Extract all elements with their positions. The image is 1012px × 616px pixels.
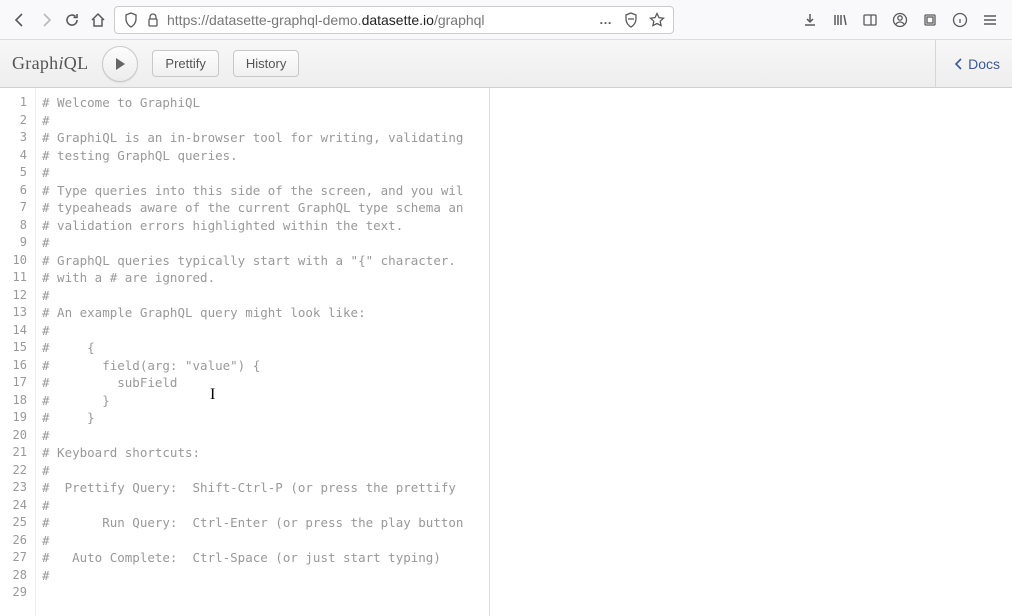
line-number: 2 [0, 112, 35, 130]
history-button[interactable]: History [233, 50, 299, 77]
account-icon[interactable] [892, 12, 908, 28]
code-line: # [42, 462, 483, 480]
editor-area: 1234567891011121314151617181920212223242… [0, 88, 1012, 616]
line-number: 5 [0, 164, 35, 182]
line-number: 26 [0, 532, 35, 550]
code-line: # validation errors highlighted within t… [42, 217, 483, 235]
graphiql-toolbar: GraphiQL Prettify History Docs [0, 40, 1012, 88]
graphiql-logo: GraphiQL [12, 53, 88, 74]
code-line: # Auto Complete: Ctrl-Space (or just sta… [42, 549, 483, 567]
line-number: 7 [0, 199, 35, 217]
chevron-left-icon [954, 58, 964, 70]
url-path: /graphql [434, 12, 485, 28]
line-number: 20 [0, 427, 35, 445]
code-line: # Prettify Query: Shift-Ctrl-P (or press… [42, 479, 483, 497]
code-line: # } [42, 392, 483, 410]
result-pane [490, 88, 1012, 616]
url-text: https://datasette-graphql-demo.datasette… [167, 12, 593, 28]
prettify-button[interactable]: Prettify [152, 50, 218, 77]
menu-icon[interactable] [982, 12, 998, 28]
line-number: 12 [0, 287, 35, 305]
play-icon [113, 57, 127, 71]
code-line: # [42, 532, 483, 550]
line-number: 29 [0, 584, 35, 602]
code-line: # Run Query: Ctrl-Enter (or press the pl… [42, 514, 483, 532]
code-line: # } [42, 409, 483, 427]
line-number: 28 [0, 567, 35, 585]
ellipsis-icon[interactable]: … [599, 12, 613, 27]
download-icon[interactable] [802, 12, 818, 28]
code-line: # [42, 234, 483, 252]
sidebar-icon[interactable] [862, 12, 878, 28]
line-number: 18 [0, 392, 35, 410]
line-number: 14 [0, 322, 35, 340]
execute-button[interactable] [102, 46, 138, 82]
docs-label: Docs [968, 56, 1000, 72]
line-number: 3 [0, 129, 35, 147]
code-line: # GraphiQL is an in-browser tool for wri… [42, 129, 483, 147]
line-number: 27 [0, 549, 35, 567]
line-number: 22 [0, 462, 35, 480]
line-number: 11 [0, 269, 35, 287]
code-line: # GraphQL queries typically start with a… [42, 252, 483, 270]
code-line: # [42, 497, 483, 515]
extension-icon[interactable] [922, 12, 938, 28]
line-number: 10 [0, 252, 35, 270]
line-number: 9 [0, 234, 35, 252]
code-line: # with a # are ignored. [42, 269, 483, 287]
code-line: # Keyboard shortcuts: [42, 444, 483, 462]
code-line: # [42, 322, 483, 340]
code-line: # An example GraphQL query might look li… [42, 304, 483, 322]
line-gutter: 1234567891011121314151617181920212223242… [0, 88, 36, 616]
line-number: 1 [0, 94, 35, 112]
code-line: # testing GraphQL queries. [42, 147, 483, 165]
code-line: # Type queries into this side of the scr… [42, 182, 483, 200]
nav-buttons [12, 12, 106, 28]
forward-icon [38, 12, 54, 28]
info-icon[interactable] [952, 12, 968, 28]
lock-icon[interactable] [145, 12, 161, 28]
logo-suffix: QL [64, 53, 89, 73]
line-number: 21 [0, 444, 35, 462]
code-line: # [42, 112, 483, 130]
library-icon[interactable] [832, 12, 848, 28]
line-number: 17 [0, 374, 35, 392]
line-number: 4 [0, 147, 35, 165]
line-number: 13 [0, 304, 35, 322]
bookmark-star-icon[interactable] [649, 12, 665, 28]
logo-prefix: Graph [12, 53, 58, 73]
home-icon[interactable] [90, 12, 106, 28]
code-content[interactable]: # Welcome to GraphiQL## GraphiQL is an i… [36, 88, 489, 616]
line-number: 8 [0, 217, 35, 235]
url-prefix: https://datasette-graphql-demo. [167, 12, 362, 28]
code-line: # field(arg: "value") { [42, 357, 483, 375]
code-line: # [42, 164, 483, 182]
line-number: 19 [0, 409, 35, 427]
shield-icon[interactable] [123, 12, 139, 28]
back-icon[interactable] [12, 12, 28, 28]
browser-toolbar: https://datasette-graphql-demo.datasette… [0, 0, 1012, 40]
code-line: # { [42, 339, 483, 357]
line-number: 16 [0, 357, 35, 375]
code-line: # typeaheads aware of the current GraphQ… [42, 199, 483, 217]
reload-icon[interactable] [64, 12, 80, 28]
line-number: 6 [0, 182, 35, 200]
code-line: # [42, 427, 483, 445]
browser-right-icons [802, 12, 1004, 28]
line-number: 24 [0, 497, 35, 515]
line-number: 23 [0, 479, 35, 497]
url-domain: datasette.io [362, 12, 434, 28]
code-line [42, 584, 483, 602]
docs-toggle[interactable]: Docs [935, 40, 1000, 87]
line-number: 15 [0, 339, 35, 357]
query-editor[interactable]: 1234567891011121314151617181920212223242… [0, 88, 490, 616]
address-bar[interactable]: https://datasette-graphql-demo.datasette… [114, 6, 674, 34]
url-right-icons: … [599, 12, 665, 28]
line-number: 25 [0, 514, 35, 532]
code-line: # subField [42, 374, 483, 392]
code-line: # [42, 287, 483, 305]
code-line: # [42, 567, 483, 585]
reader-icon[interactable] [623, 12, 639, 28]
code-line: # Welcome to GraphiQL [42, 94, 483, 112]
